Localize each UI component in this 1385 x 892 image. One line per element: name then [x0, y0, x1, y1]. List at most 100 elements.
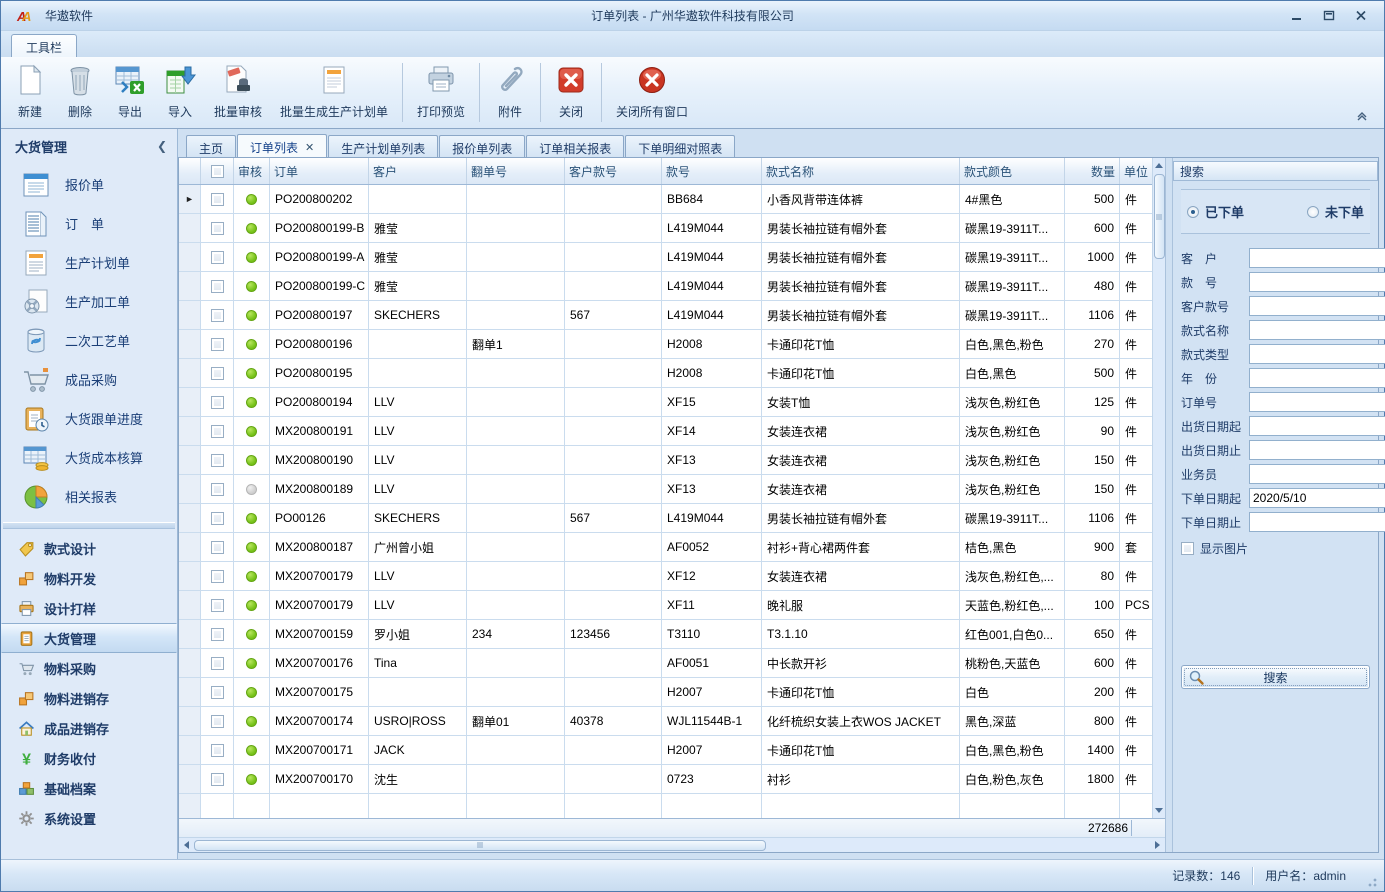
table-row[interactable]: ►PO200800202BB684小香风背带连体裤4#黑色500件 [179, 185, 1152, 214]
table-row[interactable]: MX200700171JACKH2007卡通印花T恤白色,黑色,粉色1400件 [179, 736, 1152, 765]
nav-item-design-sample[interactable]: 设计打样 [1, 593, 177, 623]
row-checkbox[interactable] [211, 773, 224, 786]
column-header-repeat_no[interactable]: 翻单号 [467, 158, 565, 184]
maximize-button[interactable] [1320, 8, 1338, 24]
row-checkbox[interactable] [211, 744, 224, 757]
row-checkbox[interactable] [211, 425, 224, 438]
scroll-down-icon[interactable] [1153, 803, 1166, 818]
nav-item-finished-inventory[interactable]: 成品进销存 [1, 713, 177, 743]
row-checkbox[interactable] [211, 483, 224, 496]
nav-item-bulk-mgmt[interactable]: 大货管理 [1, 623, 177, 653]
toolbar-button-attachment[interactable]: 附件 [485, 59, 535, 126]
table-row[interactable]: PO200800199-B雅莹L419M044男装长袖拉链有帽外套碳黑19-39… [179, 214, 1152, 243]
vertical-scroll-thumb[interactable] [1154, 174, 1165, 259]
nav-item-style-design[interactable]: 款式设计 [1, 533, 177, 563]
vertical-scrollbar[interactable] [1152, 158, 1165, 818]
table-row[interactable]: MX200800189LLVXF13女装连衣裙浅灰色,粉红色150件 [179, 475, 1152, 504]
toolbar-button-print-preview[interactable]: 打印预览 [408, 59, 474, 126]
sidebar-item-cost-accounting[interactable]: 大货成本核算 [1, 438, 177, 477]
column-header-unit[interactable]: 单位 [1120, 158, 1152, 184]
tab-close-icon[interactable]: ✕ [305, 141, 314, 154]
toolbar-button-batch-plan[interactable]: 批量生成生产计划单 [271, 59, 397, 126]
row-checkbox[interactable] [211, 280, 224, 293]
search-button[interactable]: 搜索 [1181, 665, 1370, 689]
resize-grip[interactable] [1364, 874, 1378, 888]
radio-option-0[interactable]: 已下单 [1187, 202, 1244, 221]
column-header-style_color[interactable]: 款式颜色 [960, 158, 1065, 184]
toolbar-button-batch-audit[interactable]: 批量审核 [205, 59, 271, 126]
row-checkbox[interactable] [211, 715, 224, 728]
table-row[interactable]: PO200800199-C雅莹L419M044男装长袖拉链有帽外套碳黑19-39… [179, 272, 1152, 301]
table-row[interactable]: MX200700176TinaAF0051中长款开衫桃粉色,天蓝色600件 [179, 649, 1152, 678]
tab-4[interactable]: 订单相关报表 [526, 135, 624, 157]
tab-0[interactable]: 主页 [186, 135, 236, 157]
row-checkbox[interactable] [211, 541, 224, 554]
toolbar-button-import[interactable]: 导入 [155, 59, 205, 126]
minimize-button[interactable] [1288, 8, 1306, 24]
toolbar-button-export[interactable]: 导出 [105, 59, 155, 126]
field-input[interactable] [1249, 392, 1385, 412]
row-checkbox[interactable] [211, 193, 224, 206]
tab-5[interactable]: 下单明细对照表 [625, 135, 735, 157]
sidebar-item-production-plan[interactable]: 生产计划单 [1, 243, 177, 282]
tab-1[interactable]: 订单列表✕ [237, 134, 327, 157]
row-checkbox[interactable] [211, 396, 224, 409]
column-header-order[interactable]: 订单 [270, 158, 369, 184]
nav-item-base-archive[interactable]: 基础档案 [1, 773, 177, 803]
horizontal-scrollbar[interactable] [179, 837, 1165, 852]
sidebar-item-finished-purchase[interactable]: 成品采购 [1, 360, 177, 399]
radio-option-1[interactable]: 未下单 [1307, 202, 1364, 221]
field-input[interactable] [1249, 296, 1385, 316]
row-checkbox[interactable] [211, 309, 224, 322]
sidebar-item-production-process[interactable]: 生产加工单 [1, 282, 177, 321]
field-input[interactable] [1249, 248, 1385, 268]
sidebar-item-reports[interactable]: 相关报表 [1, 477, 177, 516]
row-checkbox[interactable] [211, 599, 224, 612]
table-row[interactable]: MX200700179LLVXF12女装连衣裙浅灰色,粉红色,...80件 [179, 562, 1152, 591]
row-checkbox[interactable] [211, 512, 224, 525]
nav-item-system-settings[interactable]: 系统设置 [1, 803, 177, 833]
field-input[interactable] [1249, 416, 1385, 436]
table-row[interactable]: PO00126SKECHERS567L419M044男装长袖拉链有帽外套碳黑19… [179, 504, 1152, 533]
row-checkbox[interactable] [211, 338, 224, 351]
table-row[interactable]: PO200800194LLVXF15女装T恤浅灰色,粉红色125件 [179, 388, 1152, 417]
toolbar-button-close-all[interactable]: 关闭所有窗口 [607, 59, 697, 126]
show-images-checkbox[interactable]: 显示图片 [1181, 540, 1370, 557]
field-input[interactable] [1249, 440, 1385, 460]
sidebar-collapse-icon[interactable]: ❮ [157, 139, 167, 153]
column-header-customer[interactable]: 客户 [369, 158, 467, 184]
toolbar-button-new[interactable]: 新建 [5, 59, 55, 126]
table-row[interactable]: PO200800199-A雅莹L419M044男装长袖拉链有帽外套碳黑19-39… [179, 243, 1152, 272]
table-row[interactable]: MX200800190LLVXF13女装连衣裙浅灰色,粉红色150件 [179, 446, 1152, 475]
field-input[interactable] [1249, 368, 1385, 388]
row-checkbox[interactable] [211, 686, 224, 699]
row-checkbox[interactable] [211, 628, 224, 641]
nav-item-material-inventory[interactable]: 物料进销存 [1, 683, 177, 713]
nav-item-material-purchase[interactable]: 物料采购 [1, 653, 177, 683]
sidebar-item-order[interactable]: 订 单 [1, 204, 177, 243]
sidebar-item-quotation[interactable]: 报价单 [1, 165, 177, 204]
row-checkbox[interactable] [211, 367, 224, 380]
column-header-qty[interactable]: 数量 [1065, 158, 1120, 184]
column-header-check[interactable] [201, 158, 234, 184]
column-header-style_name[interactable]: 款式名称 [762, 158, 960, 184]
row-checkbox[interactable] [211, 657, 224, 670]
table-row[interactable]: MX200700179LLVXF11晚礼服天蓝色,粉红色,...100PCS [179, 591, 1152, 620]
scroll-up-icon[interactable] [1153, 158, 1166, 173]
sidebar-splitter[interactable] [3, 522, 175, 529]
field-input[interactable] [1249, 464, 1385, 484]
field-input[interactable] [1249, 344, 1385, 364]
nav-item-material-dev[interactable]: 物料开发 [1, 563, 177, 593]
table-row[interactable]: MX200700170沈生0723衬衫白色,粉色,灰色1800件 [179, 765, 1152, 794]
select-all-checkbox[interactable] [211, 165, 224, 178]
row-checkbox[interactable] [211, 222, 224, 235]
sidebar-item-secondary-process[interactable]: 二次工艺单 [1, 321, 177, 360]
table-row[interactable]: MX200800191LLVXF14女装连衣裙浅灰色,粉红色90件 [179, 417, 1152, 446]
table-row[interactable]: MX200700159罗小姐234123456T3110T3.1.10红色001… [179, 620, 1152, 649]
collapse-ribbon-icon[interactable] [1354, 108, 1370, 122]
row-checkbox[interactable] [211, 454, 224, 467]
table-row[interactable]: MX200700175H2007卡通印花T恤白色200件 [179, 678, 1152, 707]
field-input[interactable] [1249, 272, 1385, 292]
tab-2[interactable]: 生产计划单列表 [328, 135, 438, 157]
field-input[interactable] [1249, 320, 1385, 340]
